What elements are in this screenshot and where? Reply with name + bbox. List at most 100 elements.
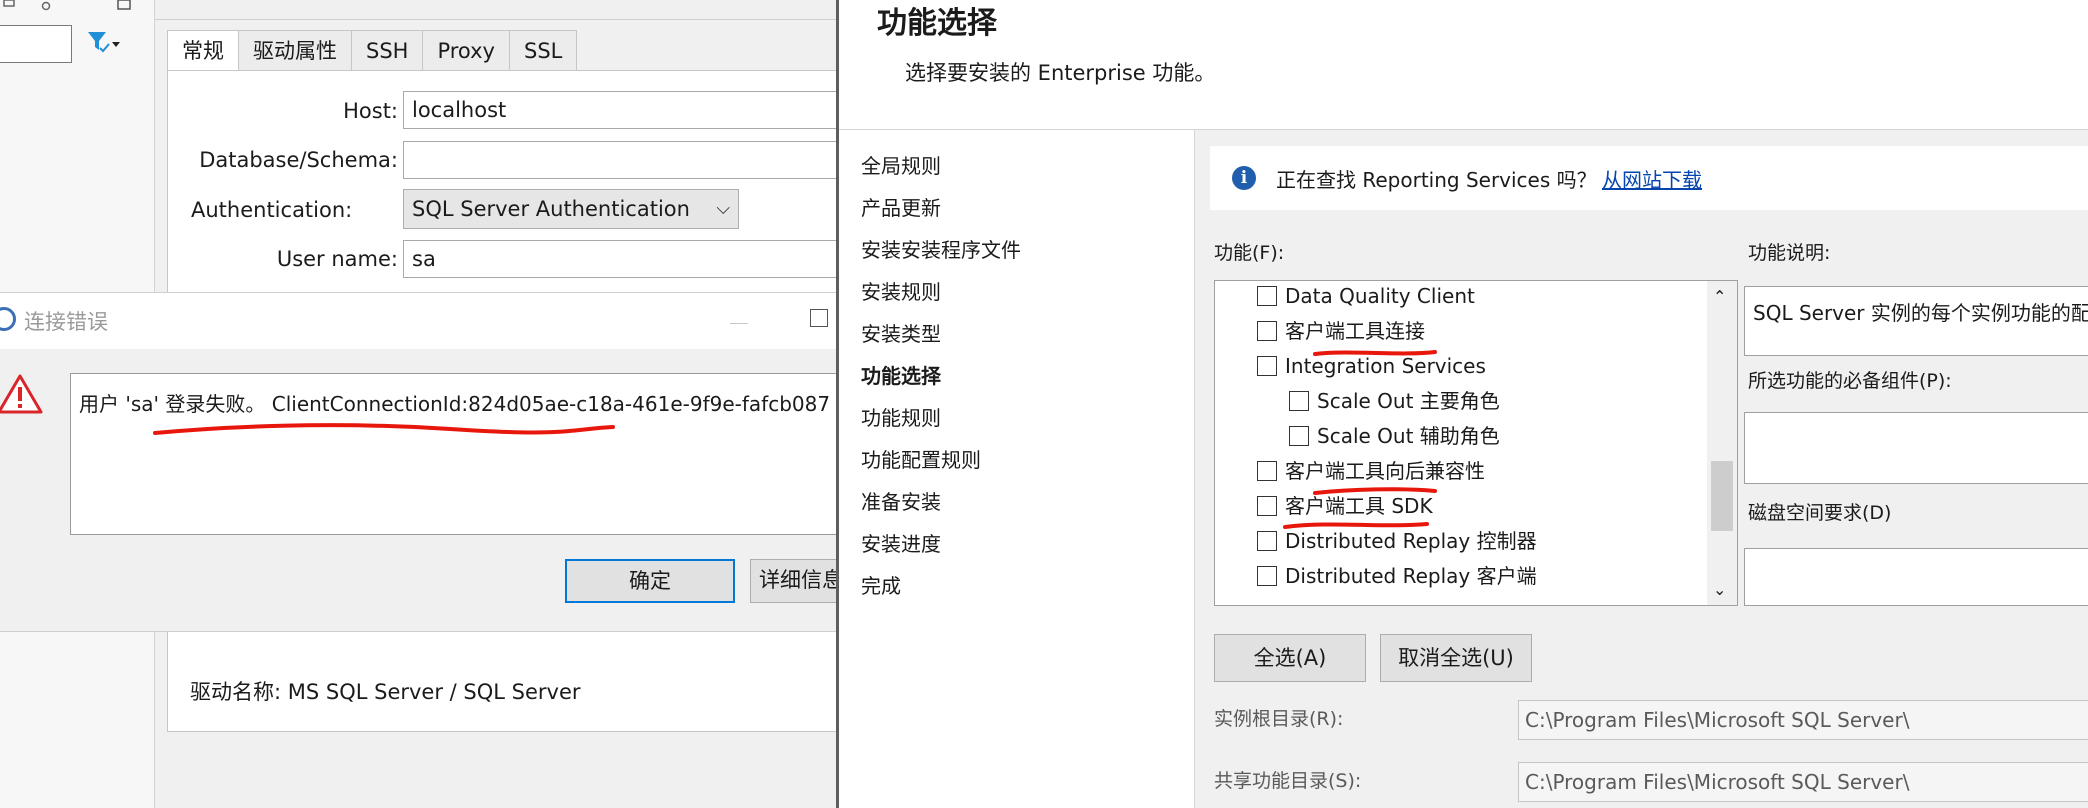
setup-header: 功能选择 选择要安装的 Enterprise 功能。 [839, 0, 2088, 130]
username-label: User name: [276, 247, 398, 271]
features-label: 功能(F): [1214, 242, 1285, 264]
instance-root-input[interactable]: C:\Program Files\Microsoft SQL Server\ [1518, 700, 2088, 740]
driver-label: 驱动名称: [190, 680, 282, 704]
page-title: 功能选择 [877, 6, 997, 41]
ok-button[interactable]: 确定 [565, 559, 735, 603]
tab-proxy[interactable]: Proxy [422, 30, 510, 70]
shared-dir-input[interactable]: C:\Program Files\Microsoft SQL Server\ [1518, 762, 2088, 802]
feature-label: 客户端工具连接 [1285, 319, 1425, 343]
step-feature-rules[interactable]: 功能规则 [861, 402, 941, 431]
app-icon [0, 307, 16, 331]
feature-tree[interactable]: Data Quality Client 客户端工具连接 Integration … [1214, 280, 1738, 606]
feature-item[interactable]: Data Quality Client [1257, 281, 1475, 311]
checkbox[interactable] [1289, 426, 1309, 446]
checkbox[interactable] [1257, 321, 1277, 341]
feature-label: Distributed Replay 客户端 [1285, 564, 1537, 588]
step-product-updates[interactable]: 产品更新 [861, 192, 941, 221]
feature-description-box: SQL Server 实例的每个实例功能的配 [1744, 286, 2088, 356]
database-input[interactable] [403, 141, 836, 179]
checkbox[interactable] [1257, 461, 1277, 481]
step-installation-progress[interactable]: 安装进度 [861, 528, 941, 557]
shared-dir-label: 共享功能目录(S): [1214, 770, 1362, 792]
chevron-down-icon[interactable]: ⌄ [1713, 580, 1726, 599]
checkbox[interactable] [1257, 356, 1277, 376]
feature-list-scrollbar[interactable]: ⌃ ⌄ [1707, 281, 1737, 605]
feature-label: Distributed Replay 控制器 [1285, 529, 1537, 553]
step-complete[interactable]: 完成 [861, 570, 901, 599]
host-input[interactable]: localhost [403, 91, 836, 129]
filter-input[interactable] [0, 25, 72, 63]
chevron-up-icon[interactable]: ⌃ [1713, 287, 1726, 306]
reporting-services-info-bar: i 正在查找 Reporting Services 吗？ 从网站下载 [1210, 146, 2088, 210]
feature-item[interactable]: Distributed Replay 控制器 [1257, 526, 1537, 556]
minimize-icon[interactable] [730, 323, 748, 324]
download-link[interactable]: 从网站下载 [1602, 164, 1702, 193]
info-icon: i [1232, 166, 1256, 190]
feature-label: Integration Services [1285, 354, 1486, 378]
feature-item[interactable]: Integration Services [1257, 351, 1486, 381]
description-label: 功能说明: [1748, 242, 1831, 264]
settings-tabs: 常规 驱动属性 SSH Proxy SSL [167, 30, 578, 72]
tab-driver-properties[interactable]: 驱动属性 [238, 30, 352, 70]
feature-item[interactable]: Distributed Replay 客户端 [1257, 561, 1537, 591]
dialog-titlebar: 连接错误 [0, 293, 836, 349]
feature-label: 客户端工具向后兼容性 [1285, 459, 1485, 483]
authentication-select[interactable]: SQL Server Authentication ⌵ [403, 189, 739, 229]
driver-value: MS SQL Server / SQL Server [287, 680, 581, 704]
tab-general[interactable]: 常规 [167, 30, 239, 72]
prerequisites-label: 所选功能的必备组件(P): [1748, 370, 1952, 392]
connection-error-dialog: 连接错误 用户 'sa' 登录失败。 ClientConnectionId:82… [0, 292, 836, 632]
unselect-all-button[interactable]: 取消全选(U) [1380, 634, 1532, 682]
feature-label: Data Quality Client [1285, 284, 1475, 308]
tab-ssh[interactable]: SSH [351, 30, 424, 70]
select-all-button[interactable]: 全选(A) [1214, 634, 1366, 682]
step-ready-to-install[interactable]: 准备安装 [861, 486, 941, 515]
checkbox[interactable] [1289, 391, 1309, 411]
feature-item[interactable]: 客户端工具向后兼容性 [1257, 456, 1485, 486]
feature-item[interactable]: 客户端工具 SDK [1257, 491, 1433, 521]
step-install-setup-files[interactable]: 安装安装程序文件 [861, 234, 1021, 263]
database-label: Database/Schema: [199, 148, 398, 172]
feature-item[interactable]: Scale Out 辅助角色 [1289, 421, 1500, 451]
feature-description: SQL Server 实例的每个实例功能的配 [1753, 301, 2088, 325]
checkbox[interactable] [1257, 566, 1277, 586]
dialog-title: 连接错误 [24, 310, 108, 334]
step-feature-config-rules[interactable]: 功能配置规则 [861, 444, 981, 473]
setup-steps-nav: 全局规则 产品更新 安装安装程序文件 安装规则 安装类型 功能选择 功能规则 功… [839, 130, 1195, 808]
sql-server-setup-window: 功能选择 选择要安装的 Enterprise 功能。 全局规则 产品更新 安装安… [836, 0, 2088, 808]
feature-selection-content: i 正在查找 Reporting Services 吗？ 从网站下载 功能(F)… [1196, 130, 2088, 808]
chevron-down-icon: ⌵ [716, 198, 730, 219]
feature-item[interactable]: 客户端工具连接 [1257, 316, 1425, 346]
feature-label: Scale Out 辅助角色 [1317, 424, 1500, 448]
authentication-label: Authentication: [191, 198, 353, 222]
disk-space-label: 磁盘空间要求(D) [1748, 502, 1892, 524]
details-button[interactable]: 详细信息 [750, 559, 836, 603]
checkbox[interactable] [1257, 531, 1277, 551]
step-global-rules[interactable]: 全局规则 [861, 150, 941, 179]
info-text: 正在查找 Reporting Services 吗？ [1276, 168, 1597, 192]
username-input[interactable]: sa [403, 240, 836, 278]
filter-icon[interactable] [86, 28, 122, 56]
tab-ssl[interactable]: SSL [508, 30, 578, 70]
step-installation-type[interactable]: 安装类型 [861, 318, 941, 347]
page-subtitle: 选择要安装的 Enterprise 功能。 [905, 61, 1216, 85]
instance-root-label: 实例根目录(R): [1214, 708, 1344, 730]
scrollbar-thumb[interactable] [1711, 461, 1733, 531]
feature-item[interactable]: Scale Out 主要角色 [1289, 386, 1500, 416]
maximize-icon[interactable] [810, 309, 828, 327]
error-message-box: 用户 'sa' 登录失败。 ClientConnectionId:824d05a… [70, 373, 836, 535]
connection-settings-window: 常规 驱动属性 SSH Proxy SSL Host: localhost Da… [0, 0, 836, 808]
toolbar-fragment-icons [3, 0, 131, 11]
feature-label: Scale Out 主要角色 [1317, 389, 1500, 413]
error-warning-icon [0, 374, 43, 414]
prerequisites-box [1744, 412, 2088, 484]
driver-name: 驱动名称: MS SQL Server / SQL Server [190, 676, 581, 706]
checkbox[interactable] [1257, 286, 1277, 306]
host-label: Host: [343, 99, 398, 123]
step-install-rules[interactable]: 安装规则 [861, 276, 941, 305]
window-top-edge [155, 0, 836, 20]
feature-label: 客户端工具 SDK [1285, 494, 1433, 518]
checkbox[interactable] [1257, 496, 1277, 516]
step-feature-selection[interactable]: 功能选择 [861, 360, 941, 389]
disk-space-box [1744, 548, 2088, 606]
